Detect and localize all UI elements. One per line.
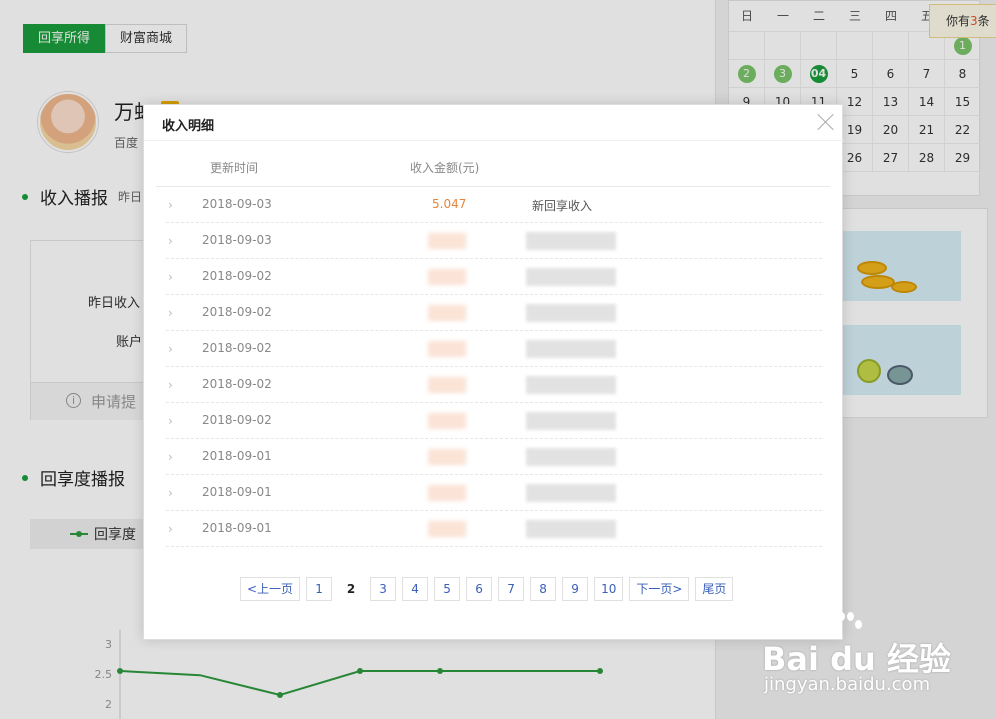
table-row[interactable]: › 2018-09-03 bbox=[166, 223, 822, 259]
redacted-description bbox=[526, 520, 616, 538]
table-row[interactable]: › 2018-09-02 bbox=[166, 403, 822, 439]
page-button[interactable]: 3 bbox=[370, 577, 397, 601]
last-page-button[interactable]: 尾页 bbox=[695, 577, 734, 601]
chevron-right-icon[interactable]: › bbox=[168, 198, 176, 212]
chevron-right-icon[interactable]: › bbox=[168, 270, 176, 284]
page-button[interactable]: 4 bbox=[402, 577, 429, 601]
redacted-description bbox=[526, 376, 616, 394]
column-header-date: 更新时间 bbox=[210, 161, 259, 175]
table-row[interactable]: › 2018-09-01 bbox=[166, 475, 822, 511]
row-date: 2018-09-02 bbox=[202, 413, 272, 427]
row-date: 2018-09-01 bbox=[202, 485, 272, 499]
row-date: 2018-09-02 bbox=[202, 341, 272, 355]
redacted-amount bbox=[428, 449, 466, 465]
row-description: 新回享收入 bbox=[532, 199, 593, 213]
page-button[interactable]: 6 bbox=[466, 577, 493, 601]
close-icon[interactable] bbox=[817, 113, 835, 131]
redacted-description bbox=[526, 340, 616, 358]
redacted-description bbox=[526, 412, 616, 430]
table-row[interactable]: › 2018-09-02 bbox=[166, 259, 822, 295]
row-date: 2018-09-03 bbox=[202, 197, 272, 211]
next-page-button[interactable]: 下一页> bbox=[629, 577, 690, 601]
modal-title: 收入明细 bbox=[162, 119, 215, 134]
redacted-amount bbox=[428, 413, 466, 429]
row-amount: 5.047 bbox=[432, 197, 467, 211]
page-button[interactable]: 2 bbox=[338, 577, 365, 601]
table-row[interactable]: › 2018-09-03 5.047 新回享收入 bbox=[166, 187, 822, 223]
divider bbox=[144, 140, 844, 141]
table-row[interactable]: › 2018-09-02 bbox=[166, 367, 822, 403]
chevron-right-icon[interactable]: › bbox=[168, 234, 176, 248]
redacted-amount bbox=[428, 521, 466, 537]
page-button[interactable]: 10 bbox=[594, 577, 624, 601]
chevron-right-icon[interactable]: › bbox=[168, 414, 176, 428]
prev-page-button[interactable]: <上一页 bbox=[240, 577, 301, 601]
page-button[interactable]: 9 bbox=[562, 577, 589, 601]
row-date: 2018-09-02 bbox=[202, 377, 272, 391]
chevron-right-icon[interactable]: › bbox=[168, 450, 176, 464]
table-row[interactable]: › 2018-09-02 bbox=[166, 331, 822, 367]
chevron-right-icon[interactable]: › bbox=[168, 342, 176, 356]
row-date: 2018-09-02 bbox=[202, 269, 272, 283]
redacted-description bbox=[526, 268, 616, 286]
redacted-amount bbox=[428, 377, 466, 393]
row-date: 2018-09-01 bbox=[202, 521, 272, 535]
income-table: › 2018-09-03 5.047 新回享收入 › 2018-09-03 › 2018-09… bbox=[166, 187, 822, 547]
page-button[interactable]: 1 bbox=[306, 577, 333, 601]
income-detail-modal: 收入明细 更新时间 收入金额(元) › 2018-09-03 5.047 新回享收入 ›… bbox=[143, 104, 844, 640]
redacted-description bbox=[526, 448, 616, 466]
row-date: 2018-09-03 bbox=[202, 233, 272, 247]
chevron-right-icon[interactable]: › bbox=[168, 522, 176, 536]
page-button[interactable]: 7 bbox=[498, 577, 525, 601]
redacted-amount bbox=[428, 269, 466, 285]
table-row[interactable]: › 2018-09-02 bbox=[166, 295, 822, 331]
chevron-right-icon[interactable]: › bbox=[168, 378, 176, 392]
redacted-description bbox=[526, 484, 616, 502]
table-row[interactable]: › 2018-09-01 bbox=[166, 511, 822, 547]
watermark-url: jingyan.baidu.com bbox=[764, 674, 931, 695]
redacted-description bbox=[526, 304, 616, 322]
redacted-amount bbox=[428, 233, 466, 249]
page-button[interactable]: 8 bbox=[530, 577, 557, 601]
row-date: 2018-09-02 bbox=[202, 305, 272, 319]
table-row[interactable]: › 2018-09-01 bbox=[166, 439, 822, 475]
pagination: <上一页 1 2 3 4 5 6 7 8 9 10 下一页> 尾页 bbox=[240, 577, 734, 601]
redacted-amount bbox=[428, 341, 466, 357]
chevron-right-icon[interactable]: › bbox=[168, 486, 176, 500]
redacted-description bbox=[526, 232, 616, 250]
chevron-right-icon[interactable]: › bbox=[168, 306, 176, 320]
redacted-amount bbox=[428, 485, 466, 501]
redacted-amount bbox=[428, 305, 466, 321]
column-header-amount: 收入金额(元) bbox=[410, 161, 480, 175]
row-date: 2018-09-01 bbox=[202, 449, 272, 463]
page-button[interactable]: 5 bbox=[434, 577, 461, 601]
